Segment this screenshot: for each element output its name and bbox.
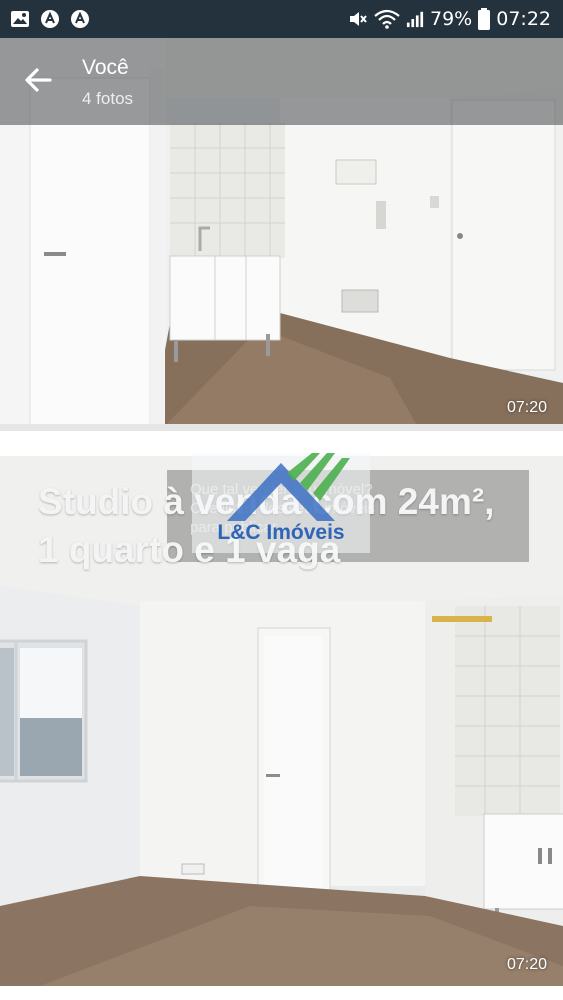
signal-icon: [406, 11, 424, 28]
photo-count: 4 fotos: [82, 89, 134, 108]
chat-title: Você: [82, 56, 129, 79]
app-icon: [71, 10, 89, 28]
battery-percent: 79%: [430, 8, 473, 30]
logo-text: L&C Imóveis: [217, 521, 345, 544]
clock: 07:22: [496, 8, 551, 30]
app-icon: [41, 10, 59, 28]
battery-icon: [478, 8, 491, 30]
app-bar: Você 4 fotos: [0, 38, 563, 125]
wifi-icon: [374, 9, 400, 29]
company-logo: L&C Imóveis: [192, 453, 370, 553]
photo-timestamp: 07:20: [506, 399, 547, 416]
back-arrow-icon[interactable]: [20, 62, 56, 98]
photo-timestamp: 07:20: [506, 956, 547, 973]
house-logo-icon: [227, 453, 350, 521]
mute-icon: [350, 12, 367, 26]
status-bar: 79% 07:22: [0, 0, 563, 38]
chat-media-viewer: 79% 07:22 Você 4 fotos 07:20 L&C Imóveis…: [0, 0, 563, 1000]
gallery-icon: [11, 11, 29, 27]
